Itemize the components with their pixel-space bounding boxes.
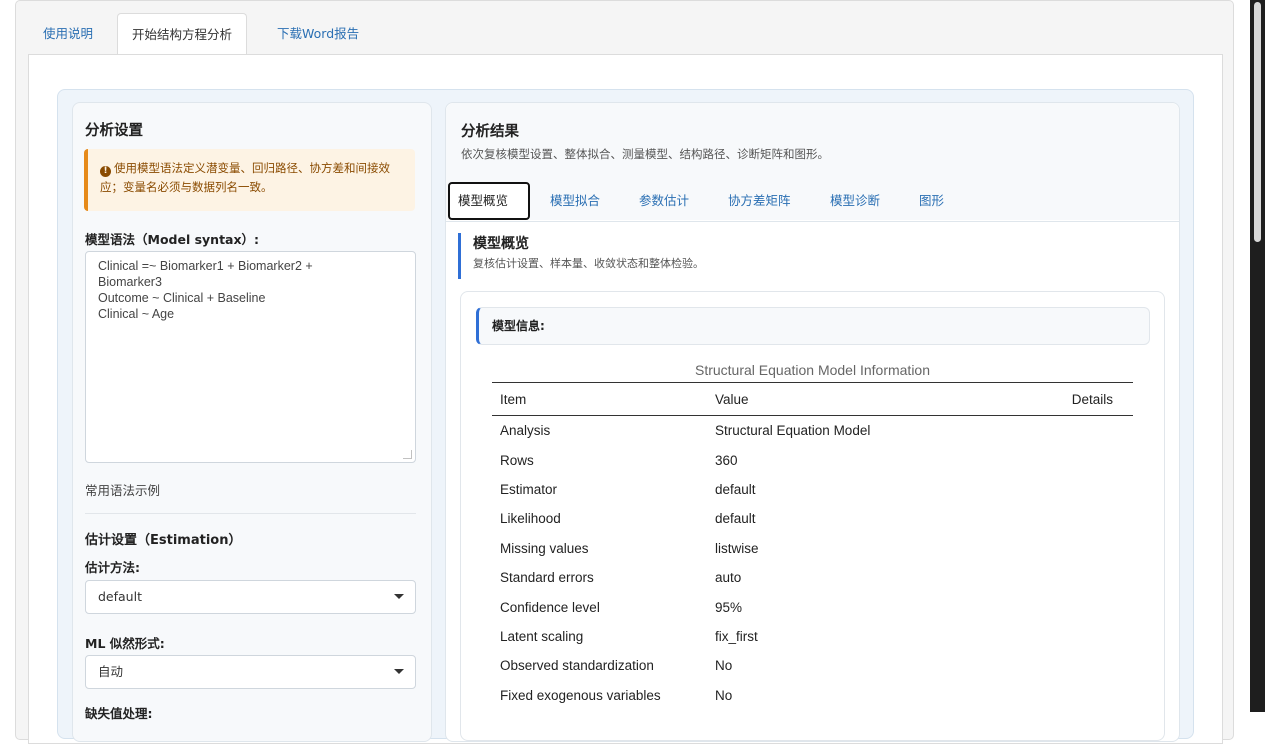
table-row: Estimator default <box>492 475 1133 504</box>
column-header: Item <box>492 382 707 416</box>
cell-item: Likelihood <box>500 511 561 527</box>
cell-value: auto <box>715 570 742 586</box>
estimator-label: 估计方法: <box>85 560 140 575</box>
tab-download-word[interactable]: 下载Word报告 <box>263 13 373 55</box>
table-row: Rows 360 <box>492 445 1133 474</box>
tab-plots[interactable]: 图形 <box>911 182 952 220</box>
cell-details <box>1010 563 1133 592</box>
tab-model-fit[interactable]: 模型拟合 <box>542 182 608 220</box>
cell-details <box>1010 534 1133 563</box>
table-row: Missing values listwise <box>492 534 1133 563</box>
cell-details <box>1010 622 1133 651</box>
table-row: Likelihood default <box>492 504 1133 533</box>
cell-item: Analysis <box>500 423 551 439</box>
tab-parameter-estimates[interactable]: 参数估计 <box>631 182 697 220</box>
syntax-label: 模型语法（Model syntax）: <box>85 232 260 247</box>
table-row: Observed standardization No <box>492 651 1133 680</box>
overview-section-header: 模型概览 复核估计设置、样本量、收敛状态和整体检验。 <box>458 233 704 279</box>
table-row: Confidence level 95% <box>492 592 1133 621</box>
cell-value: fix_first <box>715 628 758 644</box>
resize-grip-icon[interactable] <box>403 450 412 459</box>
tab-covariance-matrix[interactable]: 协方差矩阵 <box>720 182 799 220</box>
syntax-notice: ! 使用模型语法定义潜变量、回归路径、协方差和间接效应；变量名必须与数据列名一致。 <box>84 149 415 211</box>
tab-instructions[interactable]: 使用说明 <box>29 13 107 55</box>
cell-item: Confidence level <box>500 599 600 615</box>
results-title: 分析结果 <box>461 124 519 140</box>
warning-circle-icon: ! <box>100 166 111 177</box>
cell-item: Rows <box>500 452 534 468</box>
cell-details <box>1010 504 1133 533</box>
cell-value: 95% <box>715 599 743 615</box>
syntax-examples-toggle[interactable]: 常用语法示例 <box>85 480 160 499</box>
likelihood-label: ML 似然形式: <box>85 636 165 651</box>
cell-item: Fixed exogenous variables <box>500 687 661 703</box>
caret-down-icon <box>394 594 404 599</box>
settings-title: 分析设置 <box>85 123 143 139</box>
cell-details <box>1010 592 1133 621</box>
results-subtitle: 依次复核模型设置、整体拟合、测量模型、结构路径、诊断矩阵和图形。 <box>461 147 829 161</box>
cell-details <box>1010 416 1133 446</box>
model-info-table: Item Value Details Analysis Structural Eq… <box>492 382 1133 710</box>
cell-details <box>1010 651 1133 680</box>
table-row: Analysis Structural Equation Model <box>492 416 1133 446</box>
missing-label: 缺失值处理: <box>85 706 153 721</box>
cell-value: default <box>715 481 756 497</box>
section-subtitle: 复核估计设置、样本量、收敛状态和整体检验。 <box>473 257 704 270</box>
cell-value: listwise <box>715 540 759 556</box>
section-title: 模型概览 <box>473 236 529 252</box>
cell-value: Structural Equation Model <box>715 423 871 439</box>
model-info-header: 模型信息: <box>476 307 1150 345</box>
tab-model-overview[interactable]: 模型概览 <box>448 182 530 220</box>
likelihood-value: 自动 <box>98 664 124 679</box>
cell-item: Estimator <box>500 481 558 497</box>
caret-down-icon <box>394 669 404 674</box>
divider <box>85 513 416 514</box>
table-row: Standard errors auto <box>492 563 1133 592</box>
table-row: Latent scaling fix_first <box>492 622 1133 651</box>
cell-item: Observed standardization <box>500 658 654 674</box>
column-header: Value <box>707 382 1011 416</box>
column-header: Details <box>1010 382 1133 416</box>
model-syntax-textarea[interactable]: Clinical =~ Biomarker1 + Biomarker2 + Bi… <box>85 251 416 463</box>
estimation-heading: 估计设置（Estimation） <box>85 533 242 548</box>
cell-details <box>1010 681 1133 710</box>
table-caption: Structural Equation Model Information <box>694 362 930 378</box>
cell-details <box>1010 445 1133 474</box>
cell-details <box>1010 475 1133 504</box>
cell-value: No <box>715 687 733 703</box>
tab-start-sem[interactable]: 开始结构方程分析 <box>117 13 248 55</box>
table-row: Fixed exogenous variables No <box>492 681 1133 710</box>
likelihood-select[interactable]: 自动 <box>85 655 416 689</box>
page-scrollbar[interactable] <box>1250 0 1265 712</box>
notice-text: 使用模型语法定义潜变量、回归路径、协方差和间接效应；变量名必须与数据列名一致。 <box>100 161 390 194</box>
cell-item: Standard errors <box>500 570 594 586</box>
cell-item: Missing values <box>500 540 589 556</box>
cell-value: No <box>715 658 733 674</box>
scrollbar-thumb[interactable] <box>1254 2 1261 242</box>
table-header-row: Item Value Details <box>492 382 1133 416</box>
tab-model-diagnostics[interactable]: 模型诊断 <box>822 182 888 220</box>
cell-item: Latent scaling <box>500 628 584 644</box>
syntax-text: Clinical =~ Biomarker1 + Biomarker2 + Bi… <box>98 259 313 321</box>
estimator-select[interactable]: default <box>85 580 416 614</box>
cell-value: default <box>715 511 756 527</box>
estimator-value: default <box>98 589 142 604</box>
cell-value: 360 <box>715 452 738 468</box>
